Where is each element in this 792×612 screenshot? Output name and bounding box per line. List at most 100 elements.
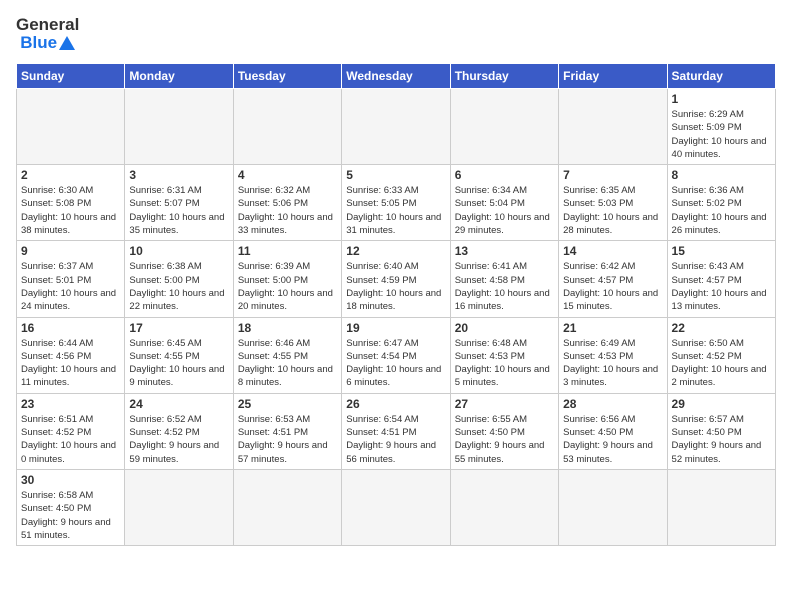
- day-info: Sunrise: 6:46 AM Sunset: 4:55 PM Dayligh…: [238, 337, 337, 390]
- day-number: 28: [563, 397, 662, 411]
- weekday-header-thursday: Thursday: [450, 64, 558, 89]
- day-number: 25: [238, 397, 337, 411]
- day-cell: [125, 89, 233, 165]
- day-number: 16: [21, 321, 120, 335]
- day-info: Sunrise: 6:55 AM Sunset: 4:50 PM Dayligh…: [455, 413, 554, 466]
- day-info: Sunrise: 6:58 AM Sunset: 4:50 PM Dayligh…: [21, 489, 120, 542]
- day-cell: [233, 89, 341, 165]
- day-number: 26: [346, 397, 445, 411]
- day-number: 1: [672, 92, 771, 106]
- day-cell: 25 Sunrise: 6:53 AM Sunset: 4:51 PM Dayli…: [233, 393, 341, 469]
- day-number: 13: [455, 244, 554, 258]
- day-cell: 11 Sunrise: 6:39 AM Sunset: 5:00 PM Dayli…: [233, 241, 341, 317]
- day-info: Sunrise: 6:38 AM Sunset: 5:00 PM Dayligh…: [129, 260, 228, 313]
- day-info: Sunrise: 6:51 AM Sunset: 4:52 PM Dayligh…: [21, 413, 120, 466]
- week-row-2: 2 Sunrise: 6:30 AM Sunset: 5:08 PM Daylig…: [17, 165, 776, 241]
- day-number: 6: [455, 168, 554, 182]
- day-number: 4: [238, 168, 337, 182]
- week-row-5: 23 Sunrise: 6:51 AM Sunset: 4:52 PM Dayli…: [17, 393, 776, 469]
- day-cell: 27 Sunrise: 6:55 AM Sunset: 4:50 PM Dayli…: [450, 393, 558, 469]
- day-info: Sunrise: 6:36 AM Sunset: 5:02 PM Dayligh…: [672, 184, 771, 237]
- week-row-6: 30 Sunrise: 6:58 AM Sunset: 4:50 PM Dayli…: [17, 469, 776, 545]
- day-number: 2: [21, 168, 120, 182]
- day-cell: 5 Sunrise: 6:33 AM Sunset: 5:05 PM Daylig…: [342, 165, 450, 241]
- day-number: 8: [672, 168, 771, 182]
- weekday-header-tuesday: Tuesday: [233, 64, 341, 89]
- day-info: Sunrise: 6:53 AM Sunset: 4:51 PM Dayligh…: [238, 413, 337, 466]
- day-cell: 7 Sunrise: 6:35 AM Sunset: 5:03 PM Daylig…: [559, 165, 667, 241]
- weekday-header-friday: Friday: [559, 64, 667, 89]
- header: General Blue: [16, 16, 776, 53]
- day-cell: 17 Sunrise: 6:45 AM Sunset: 4:55 PM Dayli…: [125, 317, 233, 393]
- day-cell: 21Sunrise: 6:49 AM Sunset: 4:53 PM Dayli…: [559, 317, 667, 393]
- logo: General Blue: [16, 16, 79, 53]
- day-cell: [125, 469, 233, 545]
- day-number: 24: [129, 397, 228, 411]
- calendar: SundayMondayTuesdayWednesdayThursdayFrid…: [16, 63, 776, 546]
- week-row-3: 9 Sunrise: 6:37 AM Sunset: 5:01 PM Daylig…: [17, 241, 776, 317]
- day-number: 18: [238, 321, 337, 335]
- day-cell: [450, 89, 558, 165]
- day-cell: 15 Sunrise: 6:43 AM Sunset: 4:57 PM Dayli…: [667, 241, 775, 317]
- day-cell: [342, 469, 450, 545]
- day-cell: 10 Sunrise: 6:38 AM Sunset: 5:00 PM Dayli…: [125, 241, 233, 317]
- day-cell: [342, 89, 450, 165]
- day-number: 15: [672, 244, 771, 258]
- day-cell: 4 Sunrise: 6:32 AM Sunset: 5:06 PM Daylig…: [233, 165, 341, 241]
- day-cell: 1 Sunrise: 6:29 AM Sunset: 5:09 PM Daylig…: [667, 89, 775, 165]
- day-info: Sunrise: 6:43 AM Sunset: 4:57 PM Dayligh…: [672, 260, 771, 313]
- day-info: Sunrise: 6:32 AM Sunset: 5:06 PM Dayligh…: [238, 184, 337, 237]
- day-number: 7: [563, 168, 662, 182]
- day-info: Sunrise: 6:31 AM Sunset: 5:07 PM Dayligh…: [129, 184, 228, 237]
- day-info: Sunrise: 6:40 AM Sunset: 4:59 PM Dayligh…: [346, 260, 445, 313]
- day-number: 9: [21, 244, 120, 258]
- day-cell: 6 Sunrise: 6:34 AM Sunset: 5:04 PM Daylig…: [450, 165, 558, 241]
- page: General Blue SundayMondayTuesdayWednesda…: [0, 0, 792, 612]
- day-info: Sunrise: 6:37 AM Sunset: 5:01 PM Dayligh…: [21, 260, 120, 313]
- day-number: 20: [455, 321, 554, 335]
- weekday-header-monday: Monday: [125, 64, 233, 89]
- day-cell: 9 Sunrise: 6:37 AM Sunset: 5:01 PM Daylig…: [17, 241, 125, 317]
- logo-triangle-icon: [59, 36, 75, 50]
- day-cell: 24 Sunrise: 6:52 AM Sunset: 4:52 PM Dayli…: [125, 393, 233, 469]
- day-number: 22: [672, 321, 771, 335]
- day-number: 17: [129, 321, 228, 335]
- day-number: 23: [21, 397, 120, 411]
- day-info: Sunrise: 6:52 AM Sunset: 4:52 PM Dayligh…: [129, 413, 228, 466]
- day-info: Sunrise: 6:33 AM Sunset: 5:05 PM Dayligh…: [346, 184, 445, 237]
- weekday-header-row: SundayMondayTuesdayWednesdayThursdayFrid…: [17, 64, 776, 89]
- day-cell: 26 Sunrise: 6:54 AM Sunset: 4:51 PM Dayli…: [342, 393, 450, 469]
- day-cell: 16 Sunrise: 6:44 AM Sunset: 4:56 PM Dayli…: [17, 317, 125, 393]
- day-number: 10: [129, 244, 228, 258]
- day-info: Sunrise: 6:35 AM Sunset: 5:03 PM Dayligh…: [563, 184, 662, 237]
- weekday-header-wednesday: Wednesday: [342, 64, 450, 89]
- day-info: Sunrise: 6:50 AM Sunset: 4:52 PM Dayligh…: [672, 337, 771, 390]
- day-cell: 23 Sunrise: 6:51 AM Sunset: 4:52 PM Dayli…: [17, 393, 125, 469]
- day-cell: 20Sunrise: 6:48 AM Sunset: 4:53 PM Dayli…: [450, 317, 558, 393]
- day-cell: 3 Sunrise: 6:31 AM Sunset: 5:07 PM Daylig…: [125, 165, 233, 241]
- weekday-header-sunday: Sunday: [17, 64, 125, 89]
- day-cell: [559, 89, 667, 165]
- day-info: Sunrise: 6:30 AM Sunset: 5:08 PM Dayligh…: [21, 184, 120, 237]
- day-number: 3: [129, 168, 228, 182]
- day-cell: [450, 469, 558, 545]
- day-number: 19: [346, 321, 445, 335]
- day-info: Sunrise: 6:34 AM Sunset: 5:04 PM Dayligh…: [455, 184, 554, 237]
- day-info: Sunrise: 6:56 AM Sunset: 4:50 PM Dayligh…: [563, 413, 662, 466]
- day-cell: 18 Sunrise: 6:46 AM Sunset: 4:55 PM Dayli…: [233, 317, 341, 393]
- day-cell: 13Sunrise: 6:41 AM Sunset: 4:58 PM Dayli…: [450, 241, 558, 317]
- day-info: Sunrise: 6:29 AM Sunset: 5:09 PM Dayligh…: [672, 108, 771, 161]
- day-number: 11: [238, 244, 337, 258]
- day-info: Sunrise: 6:39 AM Sunset: 5:00 PM Dayligh…: [238, 260, 337, 313]
- day-number: 27: [455, 397, 554, 411]
- day-cell: [559, 469, 667, 545]
- day-number: 5: [346, 168, 445, 182]
- day-number: 30: [21, 473, 120, 487]
- day-cell: 30 Sunrise: 6:58 AM Sunset: 4:50 PM Dayli…: [17, 469, 125, 545]
- day-info: Sunrise: 6:54 AM Sunset: 4:51 PM Dayligh…: [346, 413, 445, 466]
- day-cell: [667, 469, 775, 545]
- day-number: 29: [672, 397, 771, 411]
- weekday-header-saturday: Saturday: [667, 64, 775, 89]
- day-info: Sunrise: 6:44 AM Sunset: 4:56 PM Dayligh…: [21, 337, 120, 390]
- day-info: Sunrise: 6:45 AM Sunset: 4:55 PM Dayligh…: [129, 337, 228, 390]
